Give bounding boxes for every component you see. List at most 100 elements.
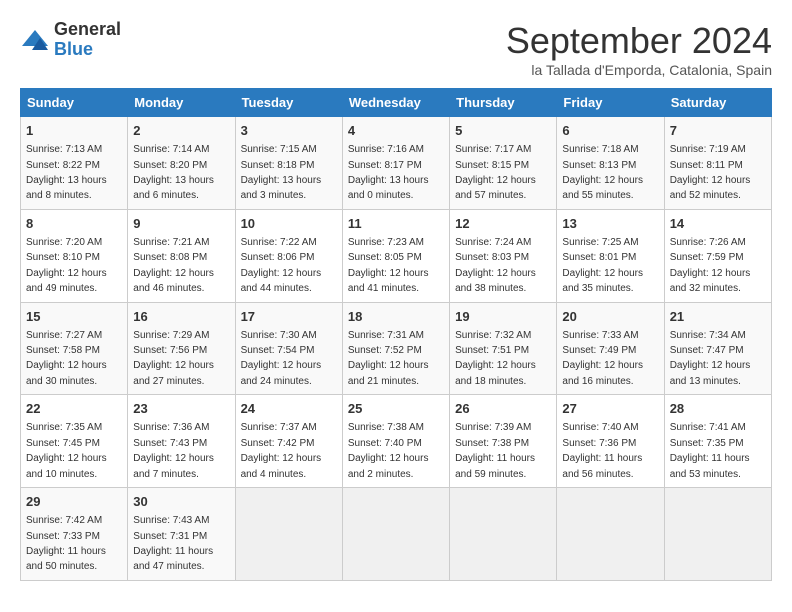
calendar-cell bbox=[342, 488, 449, 581]
day-info: Sunrise: 7:13 AMSunset: 8:22 PMDaylight:… bbox=[26, 144, 107, 201]
location-title: la Tallada d'Emporda, Catalonia, Spain bbox=[506, 62, 772, 78]
day-info: Sunrise: 7:38 AMSunset: 7:40 PMDaylight:… bbox=[348, 422, 429, 479]
calendar-cell: 29 Sunrise: 7:42 AMSunset: 7:33 PMDaylig… bbox=[21, 488, 128, 581]
day-number: 3 bbox=[241, 122, 337, 140]
calendar-cell: 30 Sunrise: 7:43 AMSunset: 7:31 PMDaylig… bbox=[128, 488, 235, 581]
calendar-cell: 27 Sunrise: 7:40 AMSunset: 7:36 PMDaylig… bbox=[557, 395, 664, 488]
day-info: Sunrise: 7:19 AMSunset: 8:11 PMDaylight:… bbox=[670, 144, 751, 201]
day-info: Sunrise: 7:33 AMSunset: 7:49 PMDaylight:… bbox=[562, 330, 643, 387]
header-sunday: Sunday bbox=[21, 89, 128, 117]
day-info: Sunrise: 7:15 AMSunset: 8:18 PMDaylight:… bbox=[241, 144, 322, 201]
day-info: Sunrise: 7:42 AMSunset: 7:33 PMDaylight:… bbox=[26, 515, 106, 572]
day-number: 2 bbox=[133, 122, 229, 140]
calendar-cell bbox=[557, 488, 664, 581]
calendar-cell: 1 Sunrise: 7:13 AMSunset: 8:22 PMDayligh… bbox=[21, 117, 128, 210]
calendar-cell: 17 Sunrise: 7:30 AMSunset: 7:54 PMDaylig… bbox=[235, 302, 342, 395]
calendar-cell bbox=[664, 488, 771, 581]
calendar-header-row: SundayMondayTuesdayWednesdayThursdayFrid… bbox=[21, 89, 772, 117]
calendar-cell: 15 Sunrise: 7:27 AMSunset: 7:58 PMDaylig… bbox=[21, 302, 128, 395]
day-number: 12 bbox=[455, 215, 551, 233]
day-number: 7 bbox=[670, 122, 766, 140]
day-info: Sunrise: 7:37 AMSunset: 7:42 PMDaylight:… bbox=[241, 422, 322, 479]
calendar-week-2: 8 Sunrise: 7:20 AMSunset: 8:10 PMDayligh… bbox=[21, 209, 772, 302]
calendar-cell: 21 Sunrise: 7:34 AMSunset: 7:47 PMDaylig… bbox=[664, 302, 771, 395]
logo: General Blue bbox=[20, 20, 121, 60]
day-info: Sunrise: 7:22 AMSunset: 8:06 PMDaylight:… bbox=[241, 237, 322, 294]
day-number: 20 bbox=[562, 308, 658, 326]
logo-blue: Blue bbox=[54, 39, 93, 59]
calendar-cell: 14 Sunrise: 7:26 AMSunset: 7:59 PMDaylig… bbox=[664, 209, 771, 302]
header-saturday: Saturday bbox=[664, 89, 771, 117]
calendar-week-1: 1 Sunrise: 7:13 AMSunset: 8:22 PMDayligh… bbox=[21, 117, 772, 210]
calendar-cell: 3 Sunrise: 7:15 AMSunset: 8:18 PMDayligh… bbox=[235, 117, 342, 210]
day-info: Sunrise: 7:16 AMSunset: 8:17 PMDaylight:… bbox=[348, 144, 429, 201]
day-number: 14 bbox=[670, 215, 766, 233]
calendar-cell: 7 Sunrise: 7:19 AMSunset: 8:11 PMDayligh… bbox=[664, 117, 771, 210]
day-number: 29 bbox=[26, 493, 122, 511]
calendar-cell: 26 Sunrise: 7:39 AMSunset: 7:38 PMDaylig… bbox=[450, 395, 557, 488]
day-number: 6 bbox=[562, 122, 658, 140]
day-number: 27 bbox=[562, 400, 658, 418]
day-number: 23 bbox=[133, 400, 229, 418]
calendar-cell: 19 Sunrise: 7:32 AMSunset: 7:51 PMDaylig… bbox=[450, 302, 557, 395]
day-number: 16 bbox=[133, 308, 229, 326]
day-info: Sunrise: 7:29 AMSunset: 7:56 PMDaylight:… bbox=[133, 330, 214, 387]
day-number: 26 bbox=[455, 400, 551, 418]
day-info: Sunrise: 7:34 AMSunset: 7:47 PMDaylight:… bbox=[670, 330, 751, 387]
logo-text: General Blue bbox=[54, 20, 121, 60]
calendar-cell: 22 Sunrise: 7:35 AMSunset: 7:45 PMDaylig… bbox=[21, 395, 128, 488]
calendar-table: SundayMondayTuesdayWednesdayThursdayFrid… bbox=[20, 88, 772, 581]
day-info: Sunrise: 7:35 AMSunset: 7:45 PMDaylight:… bbox=[26, 422, 107, 479]
day-number: 11 bbox=[348, 215, 444, 233]
day-info: Sunrise: 7:24 AMSunset: 8:03 PMDaylight:… bbox=[455, 237, 536, 294]
calendar-cell: 11 Sunrise: 7:23 AMSunset: 8:05 PMDaylig… bbox=[342, 209, 449, 302]
day-number: 24 bbox=[241, 400, 337, 418]
day-info: Sunrise: 7:25 AMSunset: 8:01 PMDaylight:… bbox=[562, 237, 643, 294]
calendar-cell: 24 Sunrise: 7:37 AMSunset: 7:42 PMDaylig… bbox=[235, 395, 342, 488]
header-tuesday: Tuesday bbox=[235, 89, 342, 117]
day-number: 30 bbox=[133, 493, 229, 511]
day-number: 19 bbox=[455, 308, 551, 326]
calendar-cell: 10 Sunrise: 7:22 AMSunset: 8:06 PMDaylig… bbox=[235, 209, 342, 302]
day-number: 4 bbox=[348, 122, 444, 140]
calendar-cell: 16 Sunrise: 7:29 AMSunset: 7:56 PMDaylig… bbox=[128, 302, 235, 395]
day-info: Sunrise: 7:27 AMSunset: 7:58 PMDaylight:… bbox=[26, 330, 107, 387]
day-number: 1 bbox=[26, 122, 122, 140]
header-thursday: Thursday bbox=[450, 89, 557, 117]
calendar-week-3: 15 Sunrise: 7:27 AMSunset: 7:58 PMDaylig… bbox=[21, 302, 772, 395]
day-number: 13 bbox=[562, 215, 658, 233]
title-block: September 2024 la Tallada d'Emporda, Cat… bbox=[506, 20, 772, 78]
day-info: Sunrise: 7:43 AMSunset: 7:31 PMDaylight:… bbox=[133, 515, 213, 572]
calendar-cell: 20 Sunrise: 7:33 AMSunset: 7:49 PMDaylig… bbox=[557, 302, 664, 395]
day-number: 10 bbox=[241, 215, 337, 233]
day-number: 8 bbox=[26, 215, 122, 233]
day-number: 25 bbox=[348, 400, 444, 418]
day-info: Sunrise: 7:14 AMSunset: 8:20 PMDaylight:… bbox=[133, 144, 214, 201]
calendar-cell bbox=[450, 488, 557, 581]
calendar-cell: 12 Sunrise: 7:24 AMSunset: 8:03 PMDaylig… bbox=[450, 209, 557, 302]
day-info: Sunrise: 7:17 AMSunset: 8:15 PMDaylight:… bbox=[455, 144, 536, 201]
day-number: 22 bbox=[26, 400, 122, 418]
calendar-cell: 2 Sunrise: 7:14 AMSunset: 8:20 PMDayligh… bbox=[128, 117, 235, 210]
day-number: 15 bbox=[26, 308, 122, 326]
day-info: Sunrise: 7:40 AMSunset: 7:36 PMDaylight:… bbox=[562, 422, 642, 479]
day-info: Sunrise: 7:36 AMSunset: 7:43 PMDaylight:… bbox=[133, 422, 214, 479]
day-info: Sunrise: 7:30 AMSunset: 7:54 PMDaylight:… bbox=[241, 330, 322, 387]
logo-icon bbox=[20, 28, 50, 52]
day-number: 28 bbox=[670, 400, 766, 418]
calendar-week-5: 29 Sunrise: 7:42 AMSunset: 7:33 PMDaylig… bbox=[21, 488, 772, 581]
month-title: September 2024 bbox=[506, 20, 772, 62]
day-info: Sunrise: 7:39 AMSunset: 7:38 PMDaylight:… bbox=[455, 422, 535, 479]
calendar-cell: 9 Sunrise: 7:21 AMSunset: 8:08 PMDayligh… bbox=[128, 209, 235, 302]
day-info: Sunrise: 7:18 AMSunset: 8:13 PMDaylight:… bbox=[562, 144, 643, 201]
calendar-cell: 8 Sunrise: 7:20 AMSunset: 8:10 PMDayligh… bbox=[21, 209, 128, 302]
day-info: Sunrise: 7:23 AMSunset: 8:05 PMDaylight:… bbox=[348, 237, 429, 294]
day-number: 5 bbox=[455, 122, 551, 140]
calendar-cell: 28 Sunrise: 7:41 AMSunset: 7:35 PMDaylig… bbox=[664, 395, 771, 488]
logo-general: General bbox=[54, 19, 121, 39]
day-info: Sunrise: 7:32 AMSunset: 7:51 PMDaylight:… bbox=[455, 330, 536, 387]
calendar-cell bbox=[235, 488, 342, 581]
header-friday: Friday bbox=[557, 89, 664, 117]
calendar-cell: 25 Sunrise: 7:38 AMSunset: 7:40 PMDaylig… bbox=[342, 395, 449, 488]
day-number: 17 bbox=[241, 308, 337, 326]
